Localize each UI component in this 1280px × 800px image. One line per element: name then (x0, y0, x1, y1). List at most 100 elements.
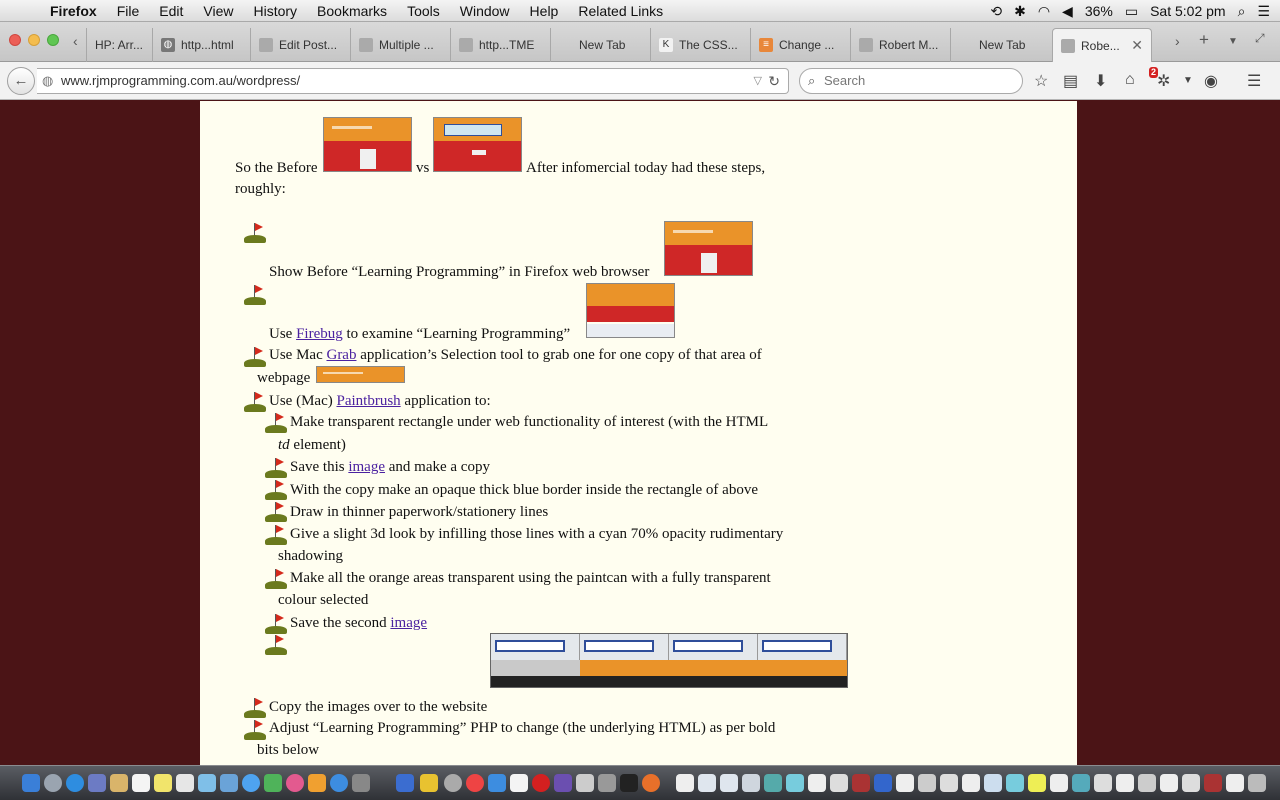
menu-bookmarks[interactable]: Bookmarks (307, 3, 397, 19)
time-machine-icon[interactable]: ⟲ (990, 3, 1002, 20)
system-preferences-icon[interactable] (352, 774, 370, 792)
contacts-icon[interactable] (110, 774, 128, 792)
window-minimize-button[interactable] (28, 34, 40, 46)
bookmarks-menu-icon[interactable]: ▤ (1063, 71, 1078, 91)
minimized-window-thumbnail[interactable] (1160, 774, 1178, 792)
minimized-window-thumbnail[interactable] (962, 774, 980, 792)
hamburger-menu-icon[interactable]: ☰ (1247, 71, 1261, 91)
minimized-window-thumbnail[interactable] (984, 774, 1002, 792)
ibooks-icon[interactable] (308, 774, 326, 792)
minimized-window-thumbnail[interactable] (1204, 774, 1222, 792)
document-icon[interactable] (742, 774, 760, 792)
firebug-link[interactable]: Firebug (296, 326, 343, 342)
itunes-icon[interactable] (286, 774, 304, 792)
grab-copy-image[interactable] (316, 366, 405, 383)
app-icon[interactable] (576, 774, 594, 792)
firebug-screenshot-image[interactable] (586, 283, 675, 338)
notes-icon[interactable] (154, 774, 172, 792)
menu-clock[interactable]: Sat 5:02 pm (1150, 3, 1226, 19)
tab-http-tme[interactable]: http...TME (450, 28, 550, 62)
terminal-icon[interactable] (620, 774, 638, 792)
document-icon[interactable] (698, 774, 716, 792)
list-all-tabs-icon[interactable]: ▼ (1228, 36, 1238, 47)
reminders-icon[interactable] (176, 774, 194, 792)
menu-related-links[interactable]: Related Links (568, 3, 673, 19)
fullscreen-icon[interactable]: ⤢ (1255, 31, 1265, 46)
battery-percent[interactable]: 36% (1085, 3, 1113, 19)
app-icon[interactable] (420, 774, 438, 792)
spotlight-search-icon[interactable]: ⌕ (1238, 3, 1246, 20)
menu-view[interactable]: View (193, 3, 243, 19)
minimized-window-thumbnail[interactable] (1094, 774, 1112, 792)
tab-http-html[interactable]: ◍ http...html (152, 28, 250, 62)
home-icon[interactable]: ⌂ (1125, 71, 1135, 89)
menu-window[interactable]: Window (450, 3, 520, 19)
minimized-window-thumbnail[interactable] (1006, 774, 1024, 792)
menu-file[interactable]: File (107, 3, 150, 19)
first-image-link[interactable]: image (348, 459, 385, 475)
tab-robert-m[interactable]: Robert M... (850, 28, 950, 62)
tab-new-tab-1[interactable]: New Tab (550, 28, 650, 62)
opera-icon[interactable] (532, 774, 550, 792)
app-icon[interactable] (444, 774, 462, 792)
bluetooth-icon[interactable]: ✱ (1014, 3, 1026, 20)
document-icon[interactable] (720, 774, 738, 792)
finder-icon[interactable] (22, 774, 40, 792)
minimized-window-thumbnail[interactable] (1116, 774, 1134, 792)
tab-scroll-left-icon[interactable]: ‹ (73, 33, 78, 49)
menu-app-firefox[interactable]: Firefox (40, 3, 107, 19)
before-firefox-image[interactable] (664, 221, 753, 276)
minimized-window-thumbnail[interactable] (1226, 774, 1244, 792)
after-thumbnail-image[interactable] (433, 117, 522, 172)
search-input[interactable]: ⌕ Search (799, 68, 1023, 94)
minimized-window-thumbnail[interactable] (874, 774, 892, 792)
messages-icon[interactable] (242, 774, 260, 792)
wifi-icon[interactable]: ◠ (1038, 3, 1050, 20)
minimized-window-thumbnail[interactable] (830, 774, 848, 792)
reload-icon[interactable]: ↻ (768, 69, 780, 93)
window-zoom-button[interactable] (47, 34, 59, 46)
trash-icon[interactable] (1248, 774, 1266, 792)
minimized-window-thumbnail[interactable] (1072, 774, 1090, 792)
facetime-icon[interactable] (264, 774, 282, 792)
minimized-window-thumbnail[interactable] (940, 774, 958, 792)
addon-dropdown-icon[interactable]: ▼ (1183, 75, 1193, 86)
tab-change[interactable]: ≡ Change ... (750, 28, 850, 62)
menu-help[interactable]: Help (520, 3, 569, 19)
photos-icon[interactable] (220, 774, 238, 792)
grab-link[interactable]: Grab (326, 347, 356, 363)
menu-edit[interactable]: Edit (149, 3, 193, 19)
url-dropdown-icon[interactable]: ▽ (754, 69, 762, 93)
close-tab-icon[interactable]: ✕ (1131, 37, 1143, 54)
menu-tools[interactable]: Tools (397, 3, 450, 19)
app-store-icon[interactable] (330, 774, 348, 792)
downloads-icon[interactable]: ⬇ (1094, 71, 1107, 91)
menu-history[interactable]: History (243, 3, 307, 19)
chrome-icon[interactable] (466, 774, 484, 792)
firefox-icon[interactable] (642, 774, 660, 792)
url-bar[interactable]: ◍ www.rjmprogramming.com.au/wordpress/ ▽… (37, 68, 789, 94)
minimized-window-thumbnail[interactable] (786, 774, 804, 792)
app-icon[interactable] (396, 774, 414, 792)
safari-icon[interactable] (66, 774, 84, 792)
bookmark-star-icon[interactable]: ☆ (1034, 71, 1048, 91)
sync-icon[interactable]: ◉ (1204, 71, 1218, 91)
notification-center-icon[interactable]: ☰ (1257, 3, 1270, 20)
tab-the-css[interactable]: K The CSS... (650, 28, 750, 62)
minimized-window-thumbnail[interactable] (1138, 774, 1156, 792)
minimized-window-thumbnail[interactable] (1028, 774, 1046, 792)
calendar-icon[interactable] (132, 774, 150, 792)
textedit-icon[interactable] (510, 774, 528, 792)
app-icon[interactable] (598, 774, 616, 792)
paintbrush-link[interactable]: Paintbrush (336, 393, 400, 409)
battery-icon[interactable]: ▭ (1125, 3, 1138, 20)
tab-new-tab-2[interactable]: New Tab (950, 28, 1050, 62)
minimized-window-thumbnail[interactable] (808, 774, 826, 792)
minimized-window-thumbnail[interactable] (918, 774, 936, 792)
volume-icon[interactable]: ◀ (1062, 3, 1073, 20)
window-close-button[interactable] (9, 34, 21, 46)
minimized-window-thumbnail[interactable] (1050, 774, 1068, 792)
tab-robe-active[interactable]: Robe... ✕ (1052, 28, 1152, 62)
app-icon[interactable] (488, 774, 506, 792)
tab-scroll-right-icon[interactable]: › (1175, 33, 1180, 49)
